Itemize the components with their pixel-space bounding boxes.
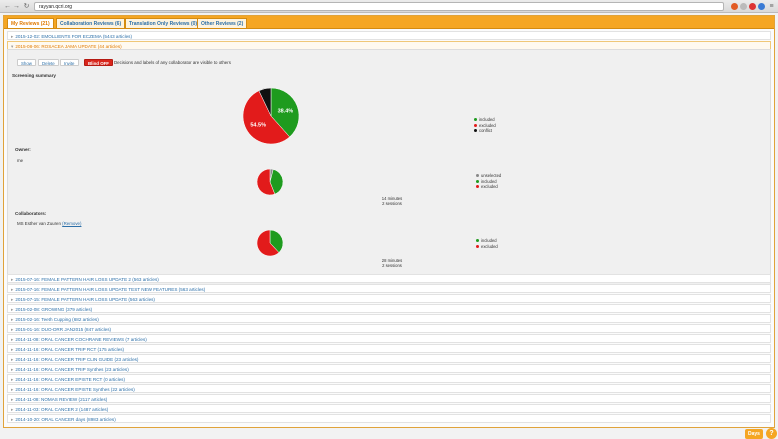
back-icon[interactable]: ← (3, 2, 12, 11)
review-row[interactable]: ▸ 2014-11-16: ORAL CANCER TRIP Synthes (2… (7, 364, 771, 373)
chevron-right-icon: ▸ (11, 357, 14, 362)
collaborator-row: MS Esther van Zuuren (Remove) (17, 221, 81, 226)
review-details-panel (7, 49, 771, 287)
days-badge[interactable]: Days (745, 429, 763, 439)
review-row[interactable]: ▸ 2014-11-16: ORAL CANCER EPISTE Synthes … (7, 384, 771, 393)
legend-item: excluded (476, 184, 501, 190)
blind-note: Decisions and labels of any collaborator… (114, 60, 231, 65)
review-row[interactable]: ▸ 2014-11-08: ORAL CANCER COCHRANE REVIEW… (7, 334, 771, 343)
reviews-frame: My Reviews (21) Collaboration Reviews (6… (3, 15, 777, 439)
owner-name: me (17, 158, 24, 163)
included-dot (476, 239, 479, 243)
review-row[interactable]: ▸ 2015-12-02: EMOLLIENTS FOR ECZEMA (5443… (7, 31, 771, 40)
review-row[interactable]: ▸ 2015-02-08: GROWING (379 articles) (7, 304, 771, 313)
chevron-right-icon: ▸ (11, 417, 14, 422)
collaborator-sessions: 2 sessions (382, 263, 402, 268)
pie-label-excluded: 54.5% (250, 122, 266, 128)
owner-pie (257, 169, 283, 195)
included-dot (476, 179, 479, 183)
chevron-right-icon: ▸ (11, 297, 14, 302)
review-row[interactable]: ▸ 2014-11-16: ORAL CANCER TRIP CLIN GUIDE… (7, 354, 771, 363)
excluded-dot (476, 185, 479, 189)
browser-toolbar: ← → ↻ rayyan.qcri.org ≡ (0, 0, 778, 13)
chevron-right-icon: ▸ (11, 337, 14, 342)
review-row[interactable]: ▸ 2014-11-08: NOMAS REVIEW (2117 articles… (7, 394, 771, 403)
invite-button[interactable]: Invite (60, 59, 79, 66)
excluded-dot (474, 123, 477, 127)
chevron-right-icon: ▸ (11, 377, 14, 382)
tab-translation-only-reviews[interactable]: Translation Only Reviews (0) (125, 18, 202, 28)
collaborator-name: MS Esther van Zuuren (17, 221, 61, 226)
forward-icon[interactable]: → (12, 2, 21, 11)
extension-icon[interactable] (731, 3, 738, 10)
review-row[interactable]: ▸ 2014-11-03: ORAL CANCER 2 (1487 article… (7, 404, 771, 413)
collaborators-heading: Collaborators: (15, 211, 47, 216)
chevron-right-icon: ▸ (11, 327, 14, 332)
conflict-dot (474, 129, 477, 133)
chevron-right-icon: ▸ (11, 387, 14, 392)
menu-icon[interactable]: ≡ (767, 2, 776, 11)
url-text: rayyan.qcri.org (39, 4, 73, 10)
screening-summary-heading: Screening summary (12, 73, 56, 78)
review-row[interactable]: ▸ 2014-11-16: ORAL CANCER EPISTE RCT (0 a… (7, 374, 771, 383)
chevron-right-icon: ▸ (11, 277, 14, 282)
screening-summary-pie: 38.4% 54.5% (243, 88, 299, 144)
tab-other-reviews[interactable]: Other Reviews (2) (197, 18, 248, 28)
collaborator-legend: included excluded (476, 238, 498, 249)
help-icon[interactable]: ? (766, 428, 777, 439)
review-row[interactable]: ▸ 2014-10-20: ORAL CANCER days (8983 arti… (7, 414, 771, 423)
chevron-right-icon: ▸ (11, 397, 14, 402)
chevron-right-icon: ▸ (11, 34, 14, 39)
chevron-right-icon: ▸ (11, 317, 14, 322)
owner-legend: unselected included excluded (476, 173, 501, 190)
excluded-dot (476, 244, 479, 248)
show-button[interactable]: Show (17, 59, 36, 66)
chevron-right-icon: ▸ (11, 367, 14, 372)
chevron-right-icon: ▸ (11, 307, 14, 312)
review-row[interactable]: ▸ 2015-07-16: FEMALE PATTERN HAIR LOSS UP… (7, 274, 771, 283)
review-row[interactable]: ▸ 2015-07-15: FEMALE PATTERN HAIR LOSS UP… (7, 294, 771, 303)
chevron-right-icon: ▸ (11, 347, 14, 352)
extension-icon[interactable] (749, 3, 756, 10)
owner-time-stats: 14 minutes 2 sessions (362, 196, 422, 206)
reload-icon[interactable]: ↻ (22, 2, 31, 11)
legend-item: conflict (474, 128, 496, 134)
screening-legend: included excluded conflict (474, 117, 496, 134)
extension-icon[interactable] (740, 3, 747, 10)
review-row[interactable]: ▸ 2015-02-16: Teeth Cupping (682 articles… (7, 314, 771, 323)
remove-collaborator-link[interactable]: (Remove) (62, 221, 81, 226)
collaborator-time-stats: 28 minutes 2 sessions (362, 258, 422, 268)
tab-collaboration-reviews[interactable]: Collaboration Reviews (6) (56, 18, 126, 28)
extension-icon[interactable] (758, 3, 765, 10)
tab-bar: My Reviews (21) Collaboration Reviews (6… (4, 16, 774, 29)
review-row[interactable]: ▸ 2015-07-16: FEMALE PATTERN HAIR LOSS UP… (7, 284, 771, 293)
chevron-right-icon: ▸ (11, 287, 14, 292)
legend-item: excluded (476, 244, 498, 250)
blind-toggle-button[interactable]: Blind OFF (84, 59, 113, 66)
chevron-right-icon: ▸ (11, 407, 14, 412)
included-dot (474, 118, 477, 122)
collaborator-pie (257, 230, 283, 256)
tab-my-reviews[interactable]: My Reviews (21) (7, 18, 54, 28)
owner-heading: Owner: (15, 147, 31, 152)
pie-label-included: 38.4% (278, 108, 294, 114)
review-row[interactable]: ▸ 2015-01-16: DUO-DRR JAN2015 (847 articl… (7, 324, 771, 333)
owner-sessions: 2 sessions (382, 201, 402, 206)
review-row[interactable]: ▸ 2014-11-16: ORAL CANCER TRIP RCT (175 a… (7, 344, 771, 353)
delete-button[interactable]: Delete (38, 59, 59, 66)
url-bar[interactable]: rayyan.qcri.org (34, 2, 724, 11)
unselected-dot (476, 174, 479, 178)
